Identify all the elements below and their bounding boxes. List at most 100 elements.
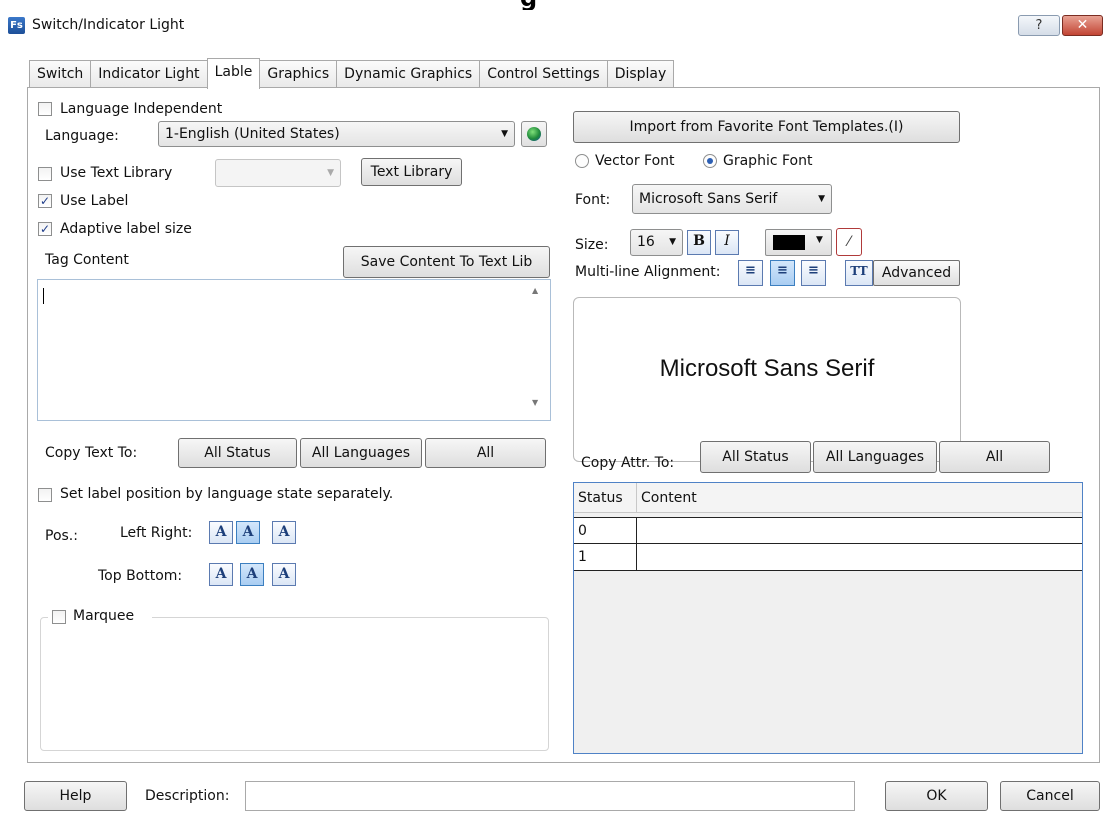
copy-attr-all-button[interactable]: All xyxy=(939,441,1050,473)
eyedropper-icon[interactable]: ⁄ xyxy=(836,228,862,256)
description-input[interactable] xyxy=(245,781,855,811)
description-label: Description: xyxy=(145,788,230,804)
content-cell[interactable] xyxy=(637,518,1077,543)
tab-lable[interactable]: Lable xyxy=(206,58,261,89)
tag-content-label: Tag Content xyxy=(45,252,129,268)
tab-indicator-light[interactable]: Indicator Light xyxy=(90,60,208,88)
column-header-status: Status xyxy=(574,483,637,512)
text-align-right-icon[interactable]: ≡ xyxy=(801,260,826,286)
language-value: 1-English (United States) xyxy=(165,126,340,142)
align-horizontal-center-icon[interactable]: A xyxy=(236,521,260,544)
chevron-down-icon: ▼ xyxy=(816,235,823,245)
use-label-checkbox[interactable]: ✓ xyxy=(38,194,52,208)
chevron-down-icon: ▼ xyxy=(669,237,676,247)
graphic-font-label: Graphic Font xyxy=(723,153,813,169)
content-cell[interactable] xyxy=(637,544,1077,570)
scroll-down-icon[interactable]: ▼ xyxy=(532,398,538,407)
size-dropdown[interactable]: 16 ▼ xyxy=(630,229,683,256)
italic-button[interactable]: I xyxy=(715,230,739,255)
cancel-button[interactable]: Cancel xyxy=(1000,781,1100,811)
tab-switch[interactable]: Switch xyxy=(29,60,92,88)
column-header-content: Content xyxy=(641,490,697,506)
vector-font-radio[interactable] xyxy=(575,154,589,168)
graphic-font-radio[interactable] xyxy=(703,154,717,168)
text-color-picker[interactable]: ▼ xyxy=(765,229,832,256)
help-icon-button[interactable]: ? xyxy=(1018,15,1060,36)
window-title: Switch/Indicator Light xyxy=(32,17,185,33)
font-preview: Microsoft Sans Serif xyxy=(573,297,961,462)
copy-text-all-status-button[interactable]: All Status xyxy=(178,438,297,468)
background-heading-fragment: g xyxy=(0,0,1103,10)
language-label: Language: xyxy=(45,128,119,144)
use-label-label: Use Label xyxy=(60,193,129,209)
table-header: Status Content xyxy=(574,483,1082,513)
font-dropdown[interactable]: Microsoft Sans Serif ▼ xyxy=(632,184,832,214)
font-value: Microsoft Sans Serif xyxy=(639,191,778,207)
status-content-table: Status Content 0 1 xyxy=(573,482,1083,754)
chevron-down-icon: ▼ xyxy=(501,129,508,139)
heading-fragment-text: g xyxy=(520,0,537,10)
font-label: Font: xyxy=(575,192,611,208)
status-cell: 1 xyxy=(574,544,637,570)
help-button[interactable]: Help xyxy=(24,781,127,811)
align-left-icon[interactable]: A xyxy=(209,521,233,544)
adaptive-label-size-label: Adaptive label size xyxy=(60,221,192,237)
tab-graphics[interactable]: Graphics xyxy=(259,60,338,88)
copy-text-all-button[interactable]: All xyxy=(425,438,546,468)
close-icon-button[interactable]: ✕ xyxy=(1062,15,1103,36)
align-right-icon[interactable]: A xyxy=(272,521,296,544)
align-top-icon[interactable]: A xyxy=(209,563,233,586)
language-independent-checkbox[interactable] xyxy=(38,102,52,116)
tab-bar: Switch Indicator Light Lable Graphics Dy… xyxy=(29,58,675,89)
copy-text-to-label: Copy Text To: xyxy=(45,445,138,461)
bold-button[interactable]: B xyxy=(687,230,711,255)
marquee-label: Marquee xyxy=(73,608,135,624)
copy-attr-all-languages-button[interactable]: All Languages xyxy=(813,441,937,473)
use-text-library-checkbox[interactable] xyxy=(38,167,52,181)
copy-attr-all-status-button[interactable]: All Status xyxy=(700,441,811,473)
import-font-templates-button[interactable]: Import from Favorite Font Templates.(I) xyxy=(573,111,960,143)
copy-attr-to-label: Copy Attr. To: xyxy=(581,455,675,471)
status-cell: 0 xyxy=(574,518,637,543)
marquee-groupbox xyxy=(40,617,549,751)
multiline-alignment-label: Multi-line Alignment: xyxy=(575,264,721,280)
language-independent-label: Language Independent xyxy=(60,101,223,117)
app-icon: Fs xyxy=(8,17,25,34)
text-library-dropdown[interactable]: ▼ xyxy=(215,159,341,187)
copy-text-all-languages-button[interactable]: All Languages xyxy=(300,438,422,468)
tab-display[interactable]: Display xyxy=(606,60,675,88)
table-row[interactable]: 1 xyxy=(574,544,1082,571)
text-library-button[interactable]: Text Library xyxy=(361,158,462,186)
set-label-position-label: Set label position by language state sep… xyxy=(60,486,394,502)
text-align-left-icon[interactable]: ≡ xyxy=(738,260,763,286)
color-swatch xyxy=(773,235,805,250)
tab-dynamic-graphics[interactable]: Dynamic Graphics xyxy=(336,60,481,88)
save-content-button[interactable]: Save Content To Text Lib xyxy=(343,246,550,278)
text-align-center-icon[interactable]: ≡ xyxy=(770,260,795,286)
text-cursor xyxy=(43,288,44,304)
table-row[interactable]: 0 xyxy=(574,517,1082,544)
vector-font-label: Vector Font xyxy=(595,153,675,169)
use-text-library-label: Use Text Library xyxy=(60,165,173,181)
top-bottom-label: Top Bottom: xyxy=(98,568,183,584)
title-bar: Fs Switch/Indicator Light ? ✕ xyxy=(0,10,1103,42)
adaptive-label-size-checkbox[interactable]: ✓ xyxy=(38,222,52,236)
tab-control-settings[interactable]: Control Settings xyxy=(479,60,608,88)
tag-content-textarea[interactable]: ▲ ▼ xyxy=(37,279,551,421)
language-dropdown[interactable]: 1-English (United States) ▼ xyxy=(158,121,515,147)
left-right-label: Left Right: xyxy=(120,525,193,541)
chevron-down-icon: ▼ xyxy=(818,194,825,204)
size-label: Size: xyxy=(575,237,609,253)
globe-button[interactable] xyxy=(521,121,547,147)
scroll-up-icon[interactable]: ▲ xyxy=(532,286,538,295)
size-value: 16 xyxy=(637,234,655,250)
chevron-down-icon: ▼ xyxy=(327,168,334,178)
set-label-position-checkbox[interactable] xyxy=(38,488,52,502)
advanced-button[interactable]: Advanced xyxy=(873,260,960,286)
ok-button[interactable]: OK xyxy=(885,781,988,811)
text-style-icon[interactable]: TT xyxy=(845,260,873,286)
globe-icon xyxy=(527,127,541,141)
align-vertical-center-icon[interactable]: A xyxy=(240,563,264,586)
align-bottom-icon[interactable]: A xyxy=(272,563,296,586)
marquee-checkbox[interactable] xyxy=(52,610,66,624)
